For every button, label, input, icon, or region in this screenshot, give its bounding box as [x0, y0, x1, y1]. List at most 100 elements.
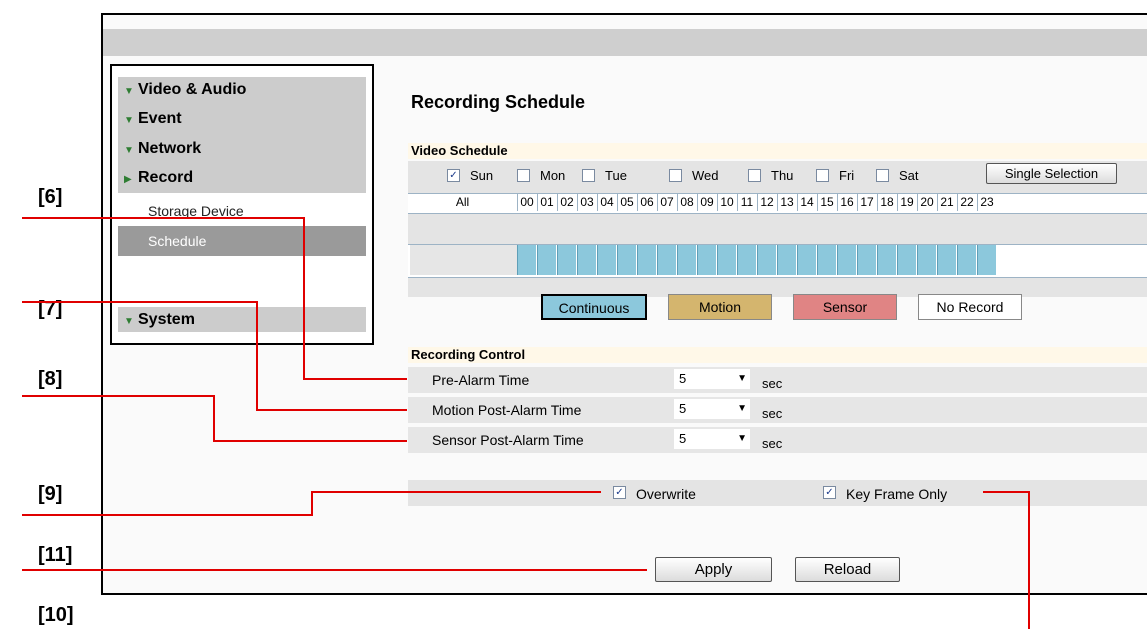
- day-label-sun: Sun: [470, 168, 494, 183]
- callout-6-line: [303, 378, 407, 380]
- hour-label[interactable]: 18: [877, 194, 896, 211]
- keyframe-only-checkbox[interactable]: ✓: [823, 486, 836, 499]
- schedule-cell[interactable]: [537, 245, 556, 275]
- pre-alarm-label: Pre-Alarm Time: [432, 372, 530, 388]
- schedule-cell[interactable]: [637, 245, 656, 275]
- schedule-cell[interactable]: [957, 245, 976, 275]
- schedule-cell[interactable]: [977, 245, 996, 275]
- hour-label[interactable]: 19: [897, 194, 916, 211]
- hour-label[interactable]: 08: [677, 194, 696, 211]
- callout-10: [10]: [38, 604, 74, 626]
- sensor-post-alarm-label: Sensor Post-Alarm Time: [432, 432, 584, 448]
- apply-button[interactable]: Apply: [655, 557, 772, 582]
- callout-9-line: [311, 491, 601, 493]
- hour-label[interactable]: 10: [717, 194, 736, 211]
- sidebar-item-network[interactable]: ▼ Network: [124, 139, 201, 159]
- schedule-cell[interactable]: [917, 245, 936, 275]
- schedule-cell[interactable]: [857, 245, 876, 275]
- day-checkbox-wed[interactable]: [669, 169, 682, 182]
- callout-10-line: [1028, 491, 1030, 629]
- hour-label[interactable]: 21: [937, 194, 956, 211]
- hour-label[interactable]: 16: [837, 194, 856, 211]
- schedule-cell[interactable]: [937, 245, 956, 275]
- schedule-cell[interactable]: [797, 245, 816, 275]
- hour-label[interactable]: 11: [737, 194, 756, 211]
- triangle-down-icon: ▼: [124, 316, 134, 327]
- schedule-cell[interactable]: [897, 245, 916, 275]
- hour-label[interactable]: 20: [917, 194, 936, 211]
- sidebar-item-record[interactable]: ▶ Record: [124, 168, 193, 188]
- single-selection-button[interactable]: Single Selection: [986, 163, 1117, 184]
- schedule-cell[interactable]: [757, 245, 776, 275]
- hour-label[interactable]: 22: [957, 194, 976, 211]
- schedule-cell[interactable]: [677, 245, 696, 275]
- video-schedule-header: Video Schedule: [408, 143, 1147, 159]
- triangle-right-icon: ▶: [124, 174, 132, 185]
- schedule-cell[interactable]: [817, 245, 836, 275]
- hour-label[interactable]: 17: [857, 194, 876, 211]
- callout-8-line: [213, 440, 407, 442]
- schedule-cell[interactable]: [657, 245, 676, 275]
- schedule-cell[interactable]: [697, 245, 716, 275]
- callout-7-line: [256, 301, 258, 410]
- day-checkbox-tue[interactable]: [582, 169, 595, 182]
- callout-9: [9]: [38, 483, 63, 505]
- schedule-cell[interactable]: [717, 245, 736, 275]
- hour-label[interactable]: 12: [757, 194, 776, 211]
- hour-label[interactable]: 23: [977, 194, 996, 211]
- hour-label[interactable]: 02: [557, 194, 576, 211]
- schedule-cell[interactable]: [777, 245, 796, 275]
- options-row: [408, 480, 1147, 506]
- all-hours-label[interactable]: All: [408, 194, 517, 211]
- day-checkbox-fri[interactable]: [816, 169, 829, 182]
- hour-label[interactable]: 06: [637, 194, 656, 211]
- day-checkbox-sat[interactable]: [876, 169, 889, 182]
- reload-button[interactable]: Reload: [795, 557, 900, 582]
- mode-no-record-button[interactable]: No Record: [918, 294, 1022, 320]
- dropdown-arrow-icon: ▼: [737, 373, 747, 384]
- schedule-cell[interactable]: [737, 245, 756, 275]
- hour-label[interactable]: 14: [797, 194, 816, 211]
- hour-label[interactable]: 05: [617, 194, 636, 211]
- callout-9-line: [22, 514, 312, 516]
- sidebar-item-system[interactable]: ▼ System: [124, 310, 195, 330]
- day-label-tue: Tue: [605, 168, 627, 183]
- mode-motion-button[interactable]: Motion: [668, 294, 772, 320]
- hour-label[interactable]: 01: [537, 194, 556, 211]
- schedule-cell[interactable]: [877, 245, 896, 275]
- hour-label[interactable]: 00: [517, 194, 536, 211]
- day-checkbox-mon[interactable]: [517, 169, 530, 182]
- day-label-wed: Wed: [692, 168, 719, 183]
- overwrite-checkbox[interactable]: ✓: [613, 486, 626, 499]
- schedule-cell[interactable]: [517, 245, 536, 275]
- schedule-cell[interactable]: [837, 245, 856, 275]
- callout-6-line: [303, 217, 305, 379]
- mode-continuous-button[interactable]: Continuous: [541, 294, 647, 320]
- callout-8-line: [22, 395, 214, 397]
- motion-post-alarm-select[interactable]: 5 ▼: [674, 399, 750, 419]
- hour-label[interactable]: 03: [577, 194, 596, 211]
- sidebar-item-event[interactable]: ▼ Event: [124, 109, 182, 129]
- sidebar-subitem-schedule[interactable]: Schedule: [148, 233, 206, 249]
- hour-label[interactable]: 13: [777, 194, 796, 211]
- callout-6-line: [22, 217, 304, 219]
- day-checkbox-thu[interactable]: [748, 169, 761, 182]
- schedule-cell[interactable]: [597, 245, 616, 275]
- mode-sensor-button[interactable]: Sensor: [793, 294, 897, 320]
- sensor-post-alarm-select[interactable]: 5 ▼: [674, 429, 750, 449]
- day-label-mon: Mon: [540, 168, 566, 183]
- hour-label[interactable]: 07: [657, 194, 676, 211]
- day-checkbox-sun[interactable]: ✓: [447, 169, 460, 182]
- schedule-cell[interactable]: [577, 245, 596, 275]
- schedule-cell[interactable]: [557, 245, 576, 275]
- hour-label[interactable]: 09: [697, 194, 716, 211]
- hour-label[interactable]: 04: [597, 194, 616, 211]
- dropdown-arrow-icon: ▼: [737, 433, 747, 444]
- sidebar-item-video-audio[interactable]: ▼ Video & Audio: [124, 80, 246, 100]
- top-bar: [103, 29, 1147, 56]
- hour-label[interactable]: 15: [817, 194, 836, 211]
- schedule-cell[interactable]: [617, 245, 636, 275]
- pre-alarm-unit: sec: [762, 376, 783, 391]
- triangle-down-icon: ▼: [124, 115, 134, 126]
- pre-alarm-select[interactable]: 5 ▼: [674, 369, 750, 389]
